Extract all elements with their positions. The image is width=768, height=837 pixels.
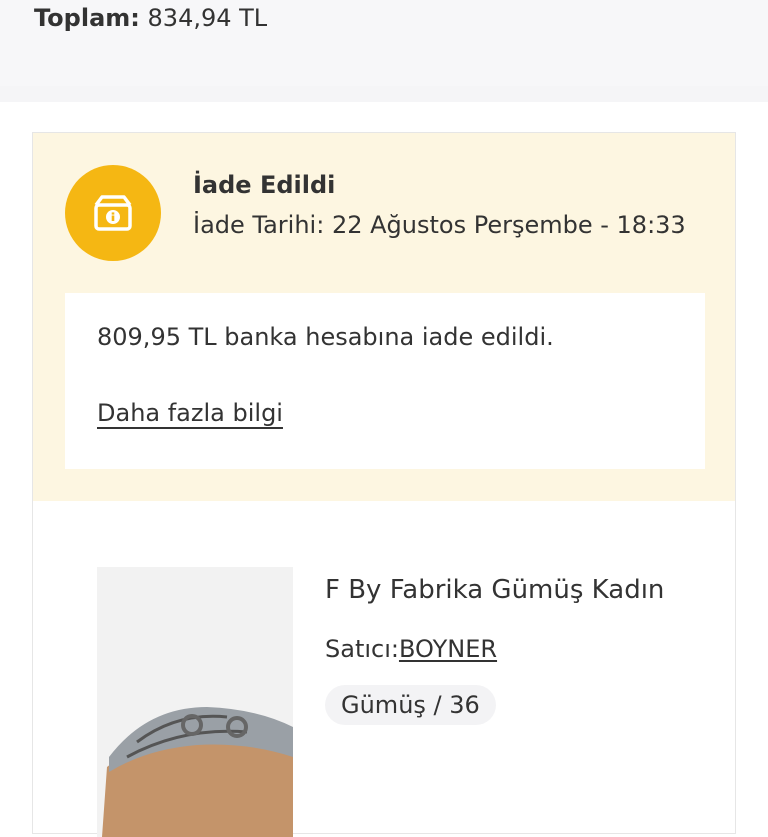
seller-info: Satıcı:BOYNER bbox=[325, 633, 497, 665]
product-title[interactable]: F By Fabrika Gümüş Kadın bbox=[325, 573, 664, 607]
refund-info-panel: 809,95 TL banka hesabına iade edildi. Da… bbox=[65, 293, 705, 469]
order-total-value: 834,94 TL bbox=[147, 4, 268, 32]
sandal-product-image[interactable] bbox=[97, 567, 293, 837]
order-total-label: Toplam: bbox=[34, 4, 140, 32]
section-divider bbox=[0, 86, 768, 102]
return-status-box: İade Edildi İade Tarihi: 22 Ağustos Perş… bbox=[33, 133, 735, 501]
return-date-label: İade Tarihi: bbox=[193, 211, 325, 239]
seller-link[interactable]: BOYNER bbox=[399, 635, 497, 663]
seller-label: Satıcı: bbox=[325, 635, 399, 663]
return-box-icon bbox=[65, 165, 161, 261]
order-total-bar: Toplam: 834,94 TL bbox=[0, 0, 768, 86]
return-date-value: 22 Ağustos Perşembe - 18:33 bbox=[331, 211, 686, 239]
more-info-link[interactable]: Daha fazla bilgi bbox=[97, 397, 283, 429]
return-date: İade Tarihi: 22 Ağustos Perşembe - 18:33 bbox=[193, 209, 686, 241]
order-total: Toplam: 834,94 TL bbox=[34, 2, 267, 34]
return-card: İade Edildi İade Tarihi: 22 Ağustos Perş… bbox=[32, 132, 736, 837]
return-status-title: İade Edildi bbox=[193, 171, 336, 199]
variant-chip: Gümüş / 36 bbox=[325, 685, 496, 725]
refund-message: 809,95 TL banka hesabına iade edildi. bbox=[97, 323, 554, 351]
